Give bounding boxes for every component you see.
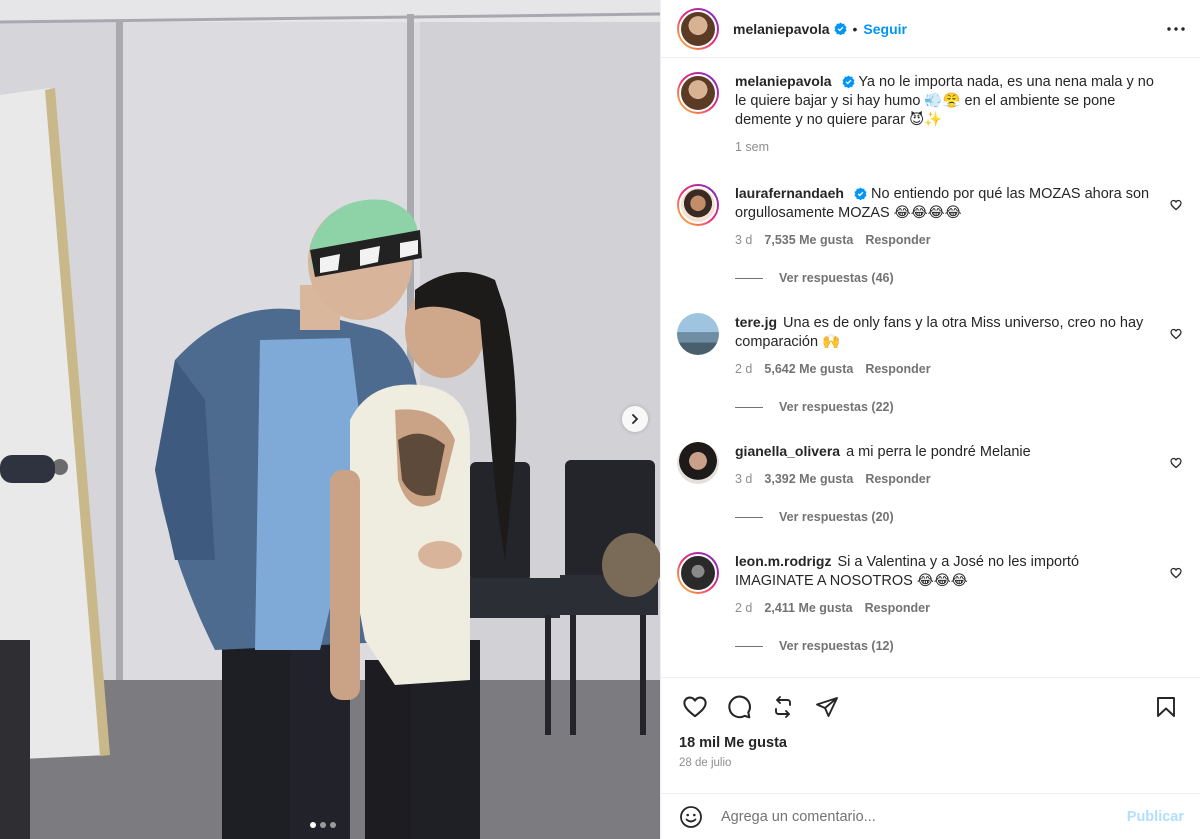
publish-button[interactable]: Publicar bbox=[1127, 809, 1184, 825]
view-replies-button[interactable]: Ver respuestas (20) bbox=[735, 510, 1184, 524]
comment-text: a mi perra le pondré Melanie bbox=[846, 444, 1031, 460]
like-button[interactable] bbox=[673, 685, 717, 729]
comment-username[interactable]: gianella_olivera bbox=[735, 443, 840, 459]
comment-avatar[interactable] bbox=[677, 552, 719, 594]
replies-divider bbox=[735, 645, 763, 647]
post-caption: melaniepavola Ya no le importa nada, es … bbox=[677, 72, 1184, 154]
comment-item: gianella_olivera a mi perra le pondré Me… bbox=[677, 442, 1184, 524]
comment-username[interactable]: laurafernandaeh bbox=[735, 185, 844, 201]
reply-button[interactable]: Responder bbox=[865, 472, 930, 486]
more-horizontal-icon bbox=[1167, 27, 1185, 31]
post-date: 28 de julio bbox=[679, 757, 732, 769]
repost-button[interactable] bbox=[761, 685, 805, 729]
view-replies-button[interactable]: Ver respuestas (46) bbox=[735, 271, 1184, 285]
comment-likes[interactable]: 3,392 Me gusta bbox=[764, 472, 853, 486]
chevron-right-icon bbox=[632, 414, 638, 424]
comment-input[interactable] bbox=[721, 808, 1127, 825]
like-count[interactable]: 18 mil Me gusta bbox=[661, 735, 1200, 755]
verified-badge-icon bbox=[842, 75, 855, 88]
view-replies-button[interactable]: Ver respuestas (12) bbox=[735, 639, 1184, 653]
post-side-panel: melaniepavola • Seguir melaniepavola Ya … bbox=[660, 0, 1200, 839]
comment-like-button[interactable] bbox=[1170, 327, 1182, 343]
reply-button[interactable]: Responder bbox=[865, 233, 930, 247]
instagram-post: melaniepavola • Seguir melaniepavola Ya … bbox=[0, 0, 1200, 839]
comment-likes[interactable]: 2,411 Me gusta bbox=[764, 601, 852, 615]
carousel-next-button[interactable] bbox=[622, 406, 648, 432]
replies-divider bbox=[735, 406, 763, 408]
view-replies-button[interactable]: Ver respuestas (22) bbox=[735, 400, 1184, 414]
heart-icon bbox=[1170, 567, 1182, 579]
caption-time: 1 sem bbox=[735, 140, 770, 154]
heart-icon bbox=[1170, 328, 1182, 340]
caption-username[interactable]: melaniepavola bbox=[735, 73, 832, 89]
comment-bubble-icon bbox=[728, 695, 751, 718]
comment-like-button[interactable] bbox=[1170, 456, 1182, 472]
paper-plane-icon bbox=[816, 696, 838, 717]
reply-button[interactable]: Responder bbox=[865, 601, 930, 615]
heart-icon bbox=[1170, 457, 1182, 469]
post-media[interactable] bbox=[0, 0, 660, 839]
carousel-dot bbox=[330, 822, 336, 828]
comment-composer: Publicar bbox=[661, 793, 1200, 839]
comment-button[interactable] bbox=[717, 685, 761, 729]
verified-badge-icon bbox=[833, 22, 847, 35]
comment-time: 2 d bbox=[735, 601, 753, 615]
comment-avatar[interactable] bbox=[677, 442, 719, 484]
caption-avatar[interactable] bbox=[677, 72, 719, 114]
comment-avatar[interactable] bbox=[677, 313, 719, 355]
verified-badge-icon bbox=[854, 187, 867, 200]
share-button[interactable] bbox=[805, 685, 849, 729]
heart-icon bbox=[1170, 199, 1182, 211]
header-separator: • bbox=[852, 20, 858, 37]
post-actions-bar bbox=[661, 677, 1200, 735]
view-replies-label: Ver respuestas (22) bbox=[779, 400, 894, 414]
comment-item: laurafernandaeh No entiendo por qué las … bbox=[677, 184, 1184, 285]
bookmark-icon bbox=[1157, 696, 1175, 717]
comments-list[interactable]: melaniepavola Ya no le importa nada, es … bbox=[661, 58, 1200, 677]
carousel-indicator bbox=[310, 822, 336, 828]
replies-divider bbox=[735, 277, 763, 279]
save-button[interactable] bbox=[1144, 685, 1188, 729]
emoji-button[interactable] bbox=[677, 803, 705, 831]
comment-like-button[interactable] bbox=[1170, 566, 1182, 582]
heart-icon bbox=[683, 696, 707, 717]
comment-avatar[interactable] bbox=[677, 184, 719, 226]
comment-likes[interactable]: 7,535 Me gusta bbox=[764, 233, 853, 247]
more-options-button[interactable] bbox=[1164, 17, 1188, 44]
repost-icon bbox=[775, 695, 791, 718]
comment-time: 2 d bbox=[735, 362, 753, 376]
comment-item: leon.m.rodrigz Si a Valentina y a José n… bbox=[677, 552, 1184, 653]
replies-divider bbox=[735, 516, 763, 518]
carousel-dot bbox=[310, 822, 316, 828]
post-header: melaniepavola • Seguir bbox=[661, 0, 1200, 58]
view-replies-label: Ver respuestas (20) bbox=[779, 510, 894, 524]
view-replies-label: Ver respuestas (46) bbox=[779, 271, 894, 285]
follow-button[interactable]: Seguir bbox=[863, 21, 907, 37]
post-photo bbox=[0, 0, 660, 839]
comment-time: 3 d bbox=[735, 472, 753, 486]
emoji-icon bbox=[680, 805, 702, 828]
comment-username[interactable]: tere.jg bbox=[735, 314, 777, 330]
author-avatar[interactable] bbox=[677, 7, 719, 50]
comment-time: 3 d bbox=[735, 233, 753, 247]
reply-button[interactable]: Responder bbox=[865, 362, 930, 376]
comment-username[interactable]: leon.m.rodrigz bbox=[735, 553, 831, 569]
view-replies-label: Ver respuestas (12) bbox=[779, 639, 894, 653]
author-username[interactable]: melaniepavola bbox=[733, 21, 830, 37]
comment-text: Una es de only fans y la otra Miss unive… bbox=[735, 315, 1144, 350]
carousel-dot bbox=[320, 822, 326, 828]
comment-likes[interactable]: 5,642 Me gusta bbox=[764, 362, 853, 376]
comment-item: tere.jg Una es de only fans y la otra Mi… bbox=[677, 313, 1184, 414]
comment-like-button[interactable] bbox=[1170, 198, 1182, 214]
